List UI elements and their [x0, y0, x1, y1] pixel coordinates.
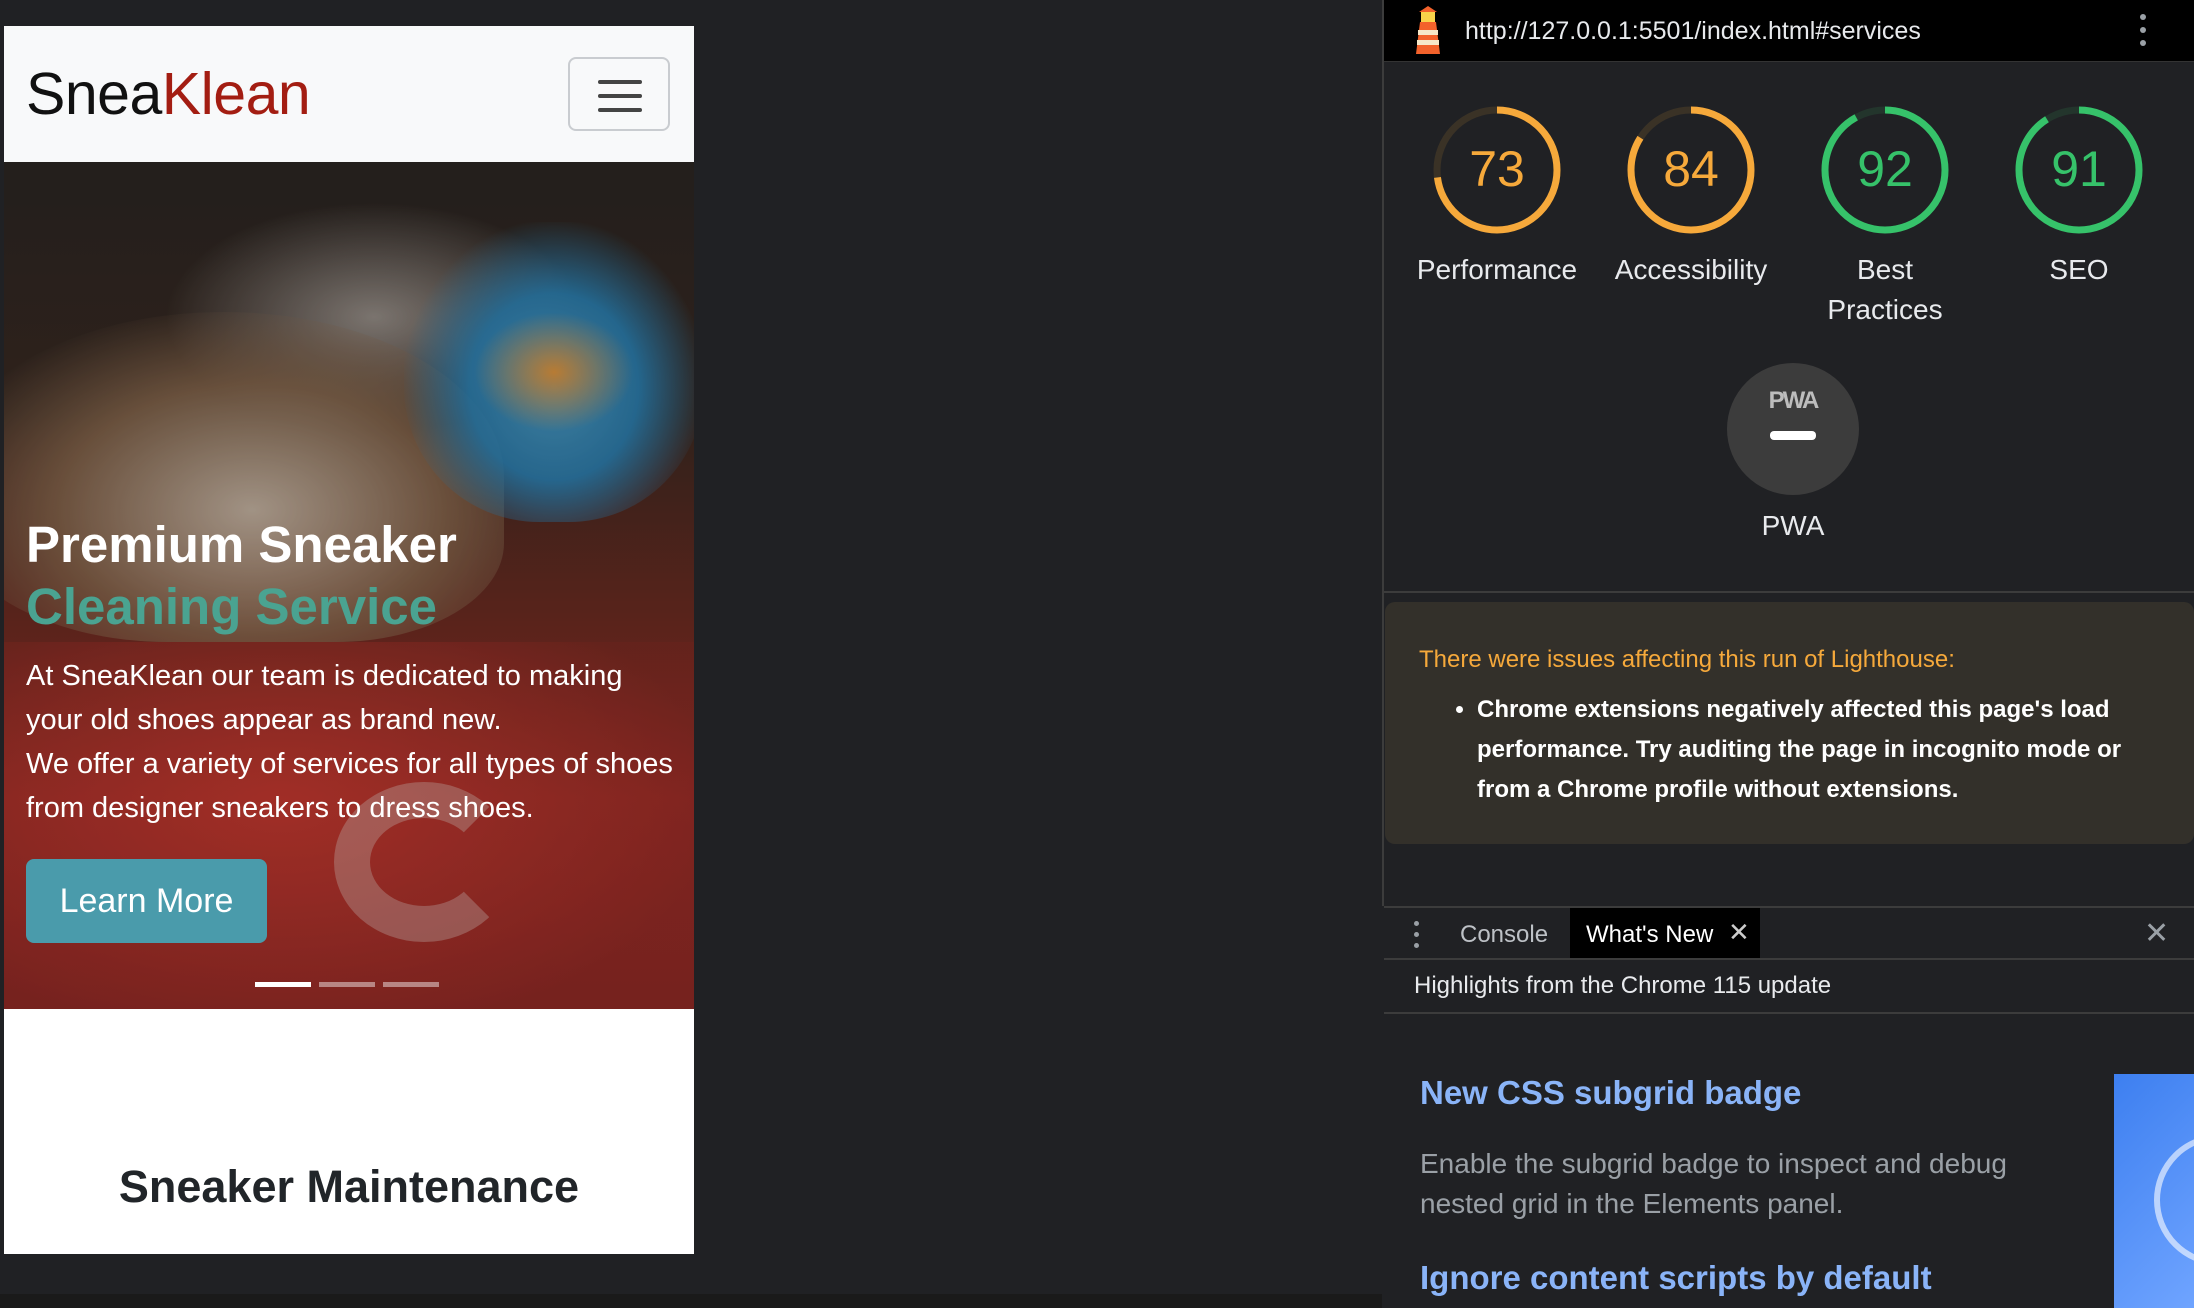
lighthouse-warning: There were issues affecting this run of …: [1385, 602, 2194, 844]
navbar: SneaKlean: [4, 26, 694, 162]
tab-whats-new-label: What's New: [1586, 921, 1714, 948]
navbar-toggler-button[interactable]: [568, 57, 670, 131]
whats-new-panel: Highlights from the Chrome 115 update Ne…: [1384, 960, 2194, 1308]
report-url-bar: http://127.0.0.1:5501/index.html#service…: [1384, 0, 2194, 62]
warning-list: Chrome extensions negatively affected th…: [1477, 690, 2177, 810]
tab-console[interactable]: Console: [1460, 921, 1548, 949]
brand-logo[interactable]: SneaKlean: [26, 60, 311, 128]
tab-whats-new[interactable]: What's New ✕: [1570, 908, 1760, 958]
pwa-badge-text: PWA: [1768, 387, 1820, 414]
close-tab-icon[interactable]: ✕: [1728, 917, 1750, 948]
highlights-header: Highlights from the Chrome 115 update: [1384, 960, 2194, 1014]
learn-more-button[interactable]: Learn More: [26, 859, 267, 943]
hamburger-icon: [598, 80, 642, 84]
whats-new-item-title[interactable]: New CSS subgrid badge: [1420, 1074, 1801, 1112]
window-bottom-edge: [0, 1294, 1382, 1308]
score-label: SEO: [2049, 254, 2109, 285]
carousel-indicator-1[interactable]: [255, 982, 311, 987]
report-url[interactable]: http://127.0.0.1:5501/index.html#service…: [1465, 17, 1921, 46]
score-label: Performance: [1416, 254, 1578, 285]
carousel-indicator-3[interactable]: [383, 982, 439, 987]
pwa-gauge[interactable]: PWA: [1727, 363, 1859, 495]
brand-part1: Snea: [26, 61, 162, 127]
carousel-indicator-2[interactable]: [319, 982, 375, 987]
warning-title: There were issues affecting this run of …: [1419, 646, 1955, 673]
brand-part2: Klean: [161, 61, 311, 127]
mobile-preview: SneaKlean Premium Sneaker Cleaning Servi…: [4, 26, 694, 1254]
whats-new-item-text: Enable the subgrid badge to inspect and …: [1420, 1148, 2007, 1219]
score-value: 91: [2051, 141, 2107, 197]
gauge-best-practices[interactable]: 92 Best Practices: [1788, 100, 1982, 330]
divider: [1384, 591, 2194, 593]
drawer-menu-icon[interactable]: [1414, 921, 1420, 954]
score-label: Accessibility: [1614, 254, 1768, 285]
gauge-performance[interactable]: 73 Performance: [1400, 100, 1594, 290]
pwa-dash-icon: [1770, 431, 1816, 440]
warning-item: Chrome extensions negatively affected th…: [1477, 690, 2177, 810]
score-value: 84: [1663, 141, 1719, 197]
hero-title-accent: Cleaning Service: [26, 578, 438, 635]
gauge-seo[interactable]: 91 SEO: [1982, 100, 2176, 290]
carousel-indicators: [255, 982, 447, 988]
more-options-icon[interactable]: [2140, 14, 2148, 48]
score-value: 92: [1857, 141, 1913, 197]
hero-text-line2: We offer a variety of services for all t…: [26, 748, 673, 824]
lighthouse-icon: [1416, 6, 1440, 54]
score-value: 73: [1469, 141, 1525, 197]
drawer-tabbar: Console What's New ✕ ✕: [1384, 906, 2194, 960]
whats-new-item-title-2[interactable]: Ignore content scripts by default: [1420, 1259, 1932, 1297]
hero-text-line1: At SneaKlean our team is dedicated to ma…: [26, 660, 623, 736]
whats-new-thumbnail: [2114, 1074, 2194, 1308]
hero-description: At SneaKlean our team is dedicated to ma…: [26, 654, 676, 830]
close-drawer-icon[interactable]: ✕: [2144, 916, 2169, 951]
score-label: Best Practices: [1827, 254, 1943, 325]
hero-title-main: Premium Sneaker: [26, 516, 457, 573]
hero-carousel: Premium Sneaker Cleaning Service At Snea…: [4, 162, 694, 1009]
section-title: Sneaker Maintenance: [118, 1161, 580, 1212]
pwa-label: PWA: [1761, 510, 1825, 541]
hero-title: Premium Sneaker Cleaning Service: [26, 514, 686, 638]
gauge-accessibility[interactable]: 84 Accessibility: [1594, 100, 1788, 290]
